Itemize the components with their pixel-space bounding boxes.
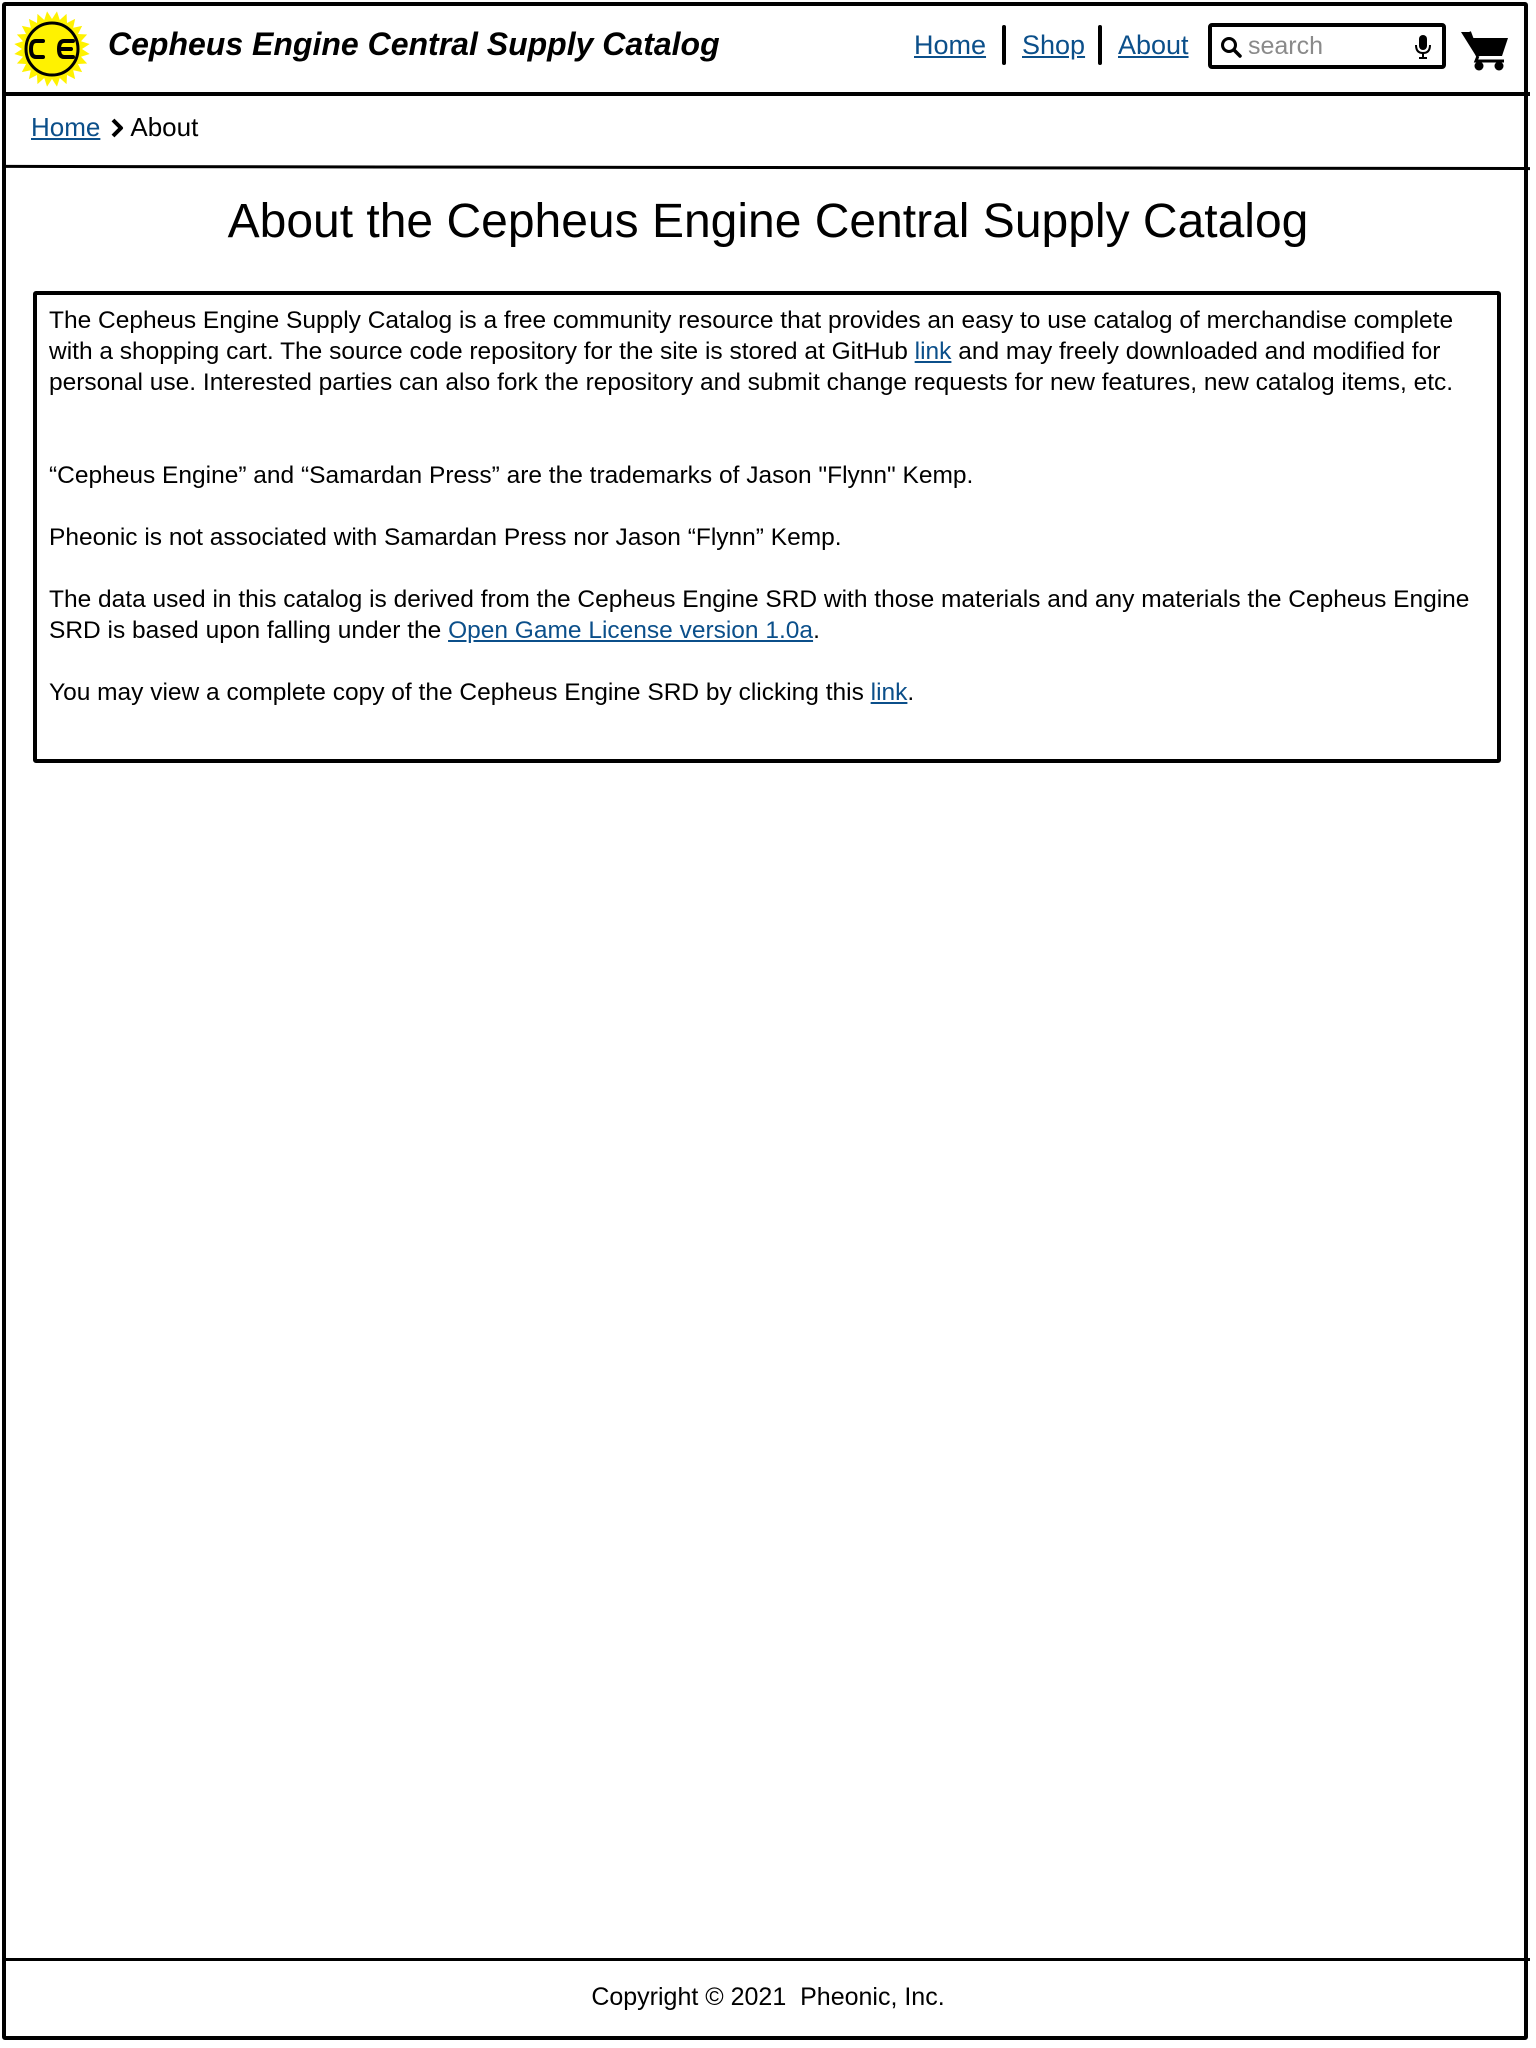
disclaimer-paragraph: Pheonic is not associated with Samardan … bbox=[49, 524, 842, 551]
copyright-text: Copyright © 2021 Pheonic, Inc. bbox=[591, 1983, 945, 2011]
site-title: Cepheus Engine Central Supply Catalog bbox=[108, 26, 720, 62]
paragraph-text: You may view a complete copy of the Ceph… bbox=[49, 679, 871, 706]
search-box[interactable] bbox=[1208, 23, 1446, 69]
nav-separator bbox=[1098, 25, 1102, 65]
shopping-cart-icon[interactable] bbox=[1460, 28, 1510, 72]
breadcrumb-home-link[interactable]: Home bbox=[31, 112, 100, 142]
license-paragraph: The data used in this catalog is derived… bbox=[49, 584, 1487, 646]
search-icon[interactable] bbox=[1220, 36, 1242, 58]
nav-shop-link[interactable]: Shop bbox=[1022, 30, 1085, 61]
github-link[interactable]: link bbox=[915, 338, 952, 365]
nav-about-link[interactable]: About bbox=[1118, 30, 1189, 61]
nav-separator bbox=[1002, 25, 1006, 65]
breadcrumb-current: About bbox=[130, 112, 199, 142]
srd-link[interactable]: link bbox=[871, 679, 908, 706]
about-paragraph: The Cepheus Engine Supply Catalog is a f… bbox=[49, 305, 1487, 398]
trademark-paragraph: “Cepheus Engine” and “Samardan Press” ar… bbox=[49, 462, 974, 489]
nav-home-link[interactable]: Home bbox=[914, 30, 986, 61]
site-header: Cepheus Engine Central Supply Catalog Ho… bbox=[6, 6, 1530, 96]
microphone-icon[interactable] bbox=[1414, 34, 1432, 60]
search-input[interactable] bbox=[1248, 31, 1398, 61]
about-content: The Cepheus Engine Supply Catalog is a f… bbox=[33, 291, 1501, 763]
paragraph-text: . bbox=[813, 617, 820, 644]
footer-divider bbox=[6, 1958, 1530, 1961]
page-title: About the Cepheus Engine Central Supply … bbox=[227, 195, 1309, 248]
paragraph-text: . bbox=[907, 679, 915, 706]
sun-logo-icon[interactable] bbox=[13, 10, 91, 88]
ogl-license-link[interactable]: Open Game License version 1.0a bbox=[448, 617, 813, 644]
chevron-right-icon bbox=[111, 118, 124, 138]
breadcrumb: Home About bbox=[31, 112, 198, 143]
srd-paragraph: You may view a complete copy of the Ceph… bbox=[49, 677, 1487, 708]
